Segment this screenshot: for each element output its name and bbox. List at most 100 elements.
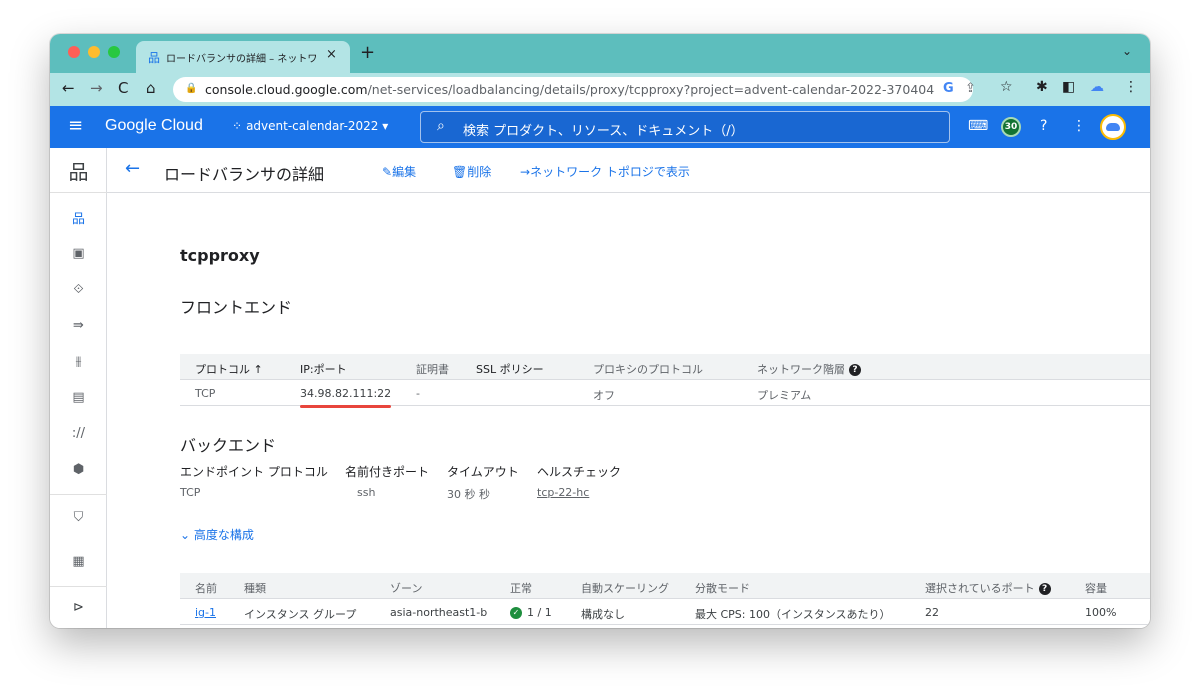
address-bar[interactable]: 🔒 console.cloud.google.com/net-services/… [173,77,976,102]
left-nav-rail: 品 品 ▣ ⟐ ⇛ ⫵ ▤ :// ⬢ ⛉ ▦ ⊳ [50,148,107,628]
google-cloud-logo[interactable]: Google Cloud [105,117,203,135]
url-text[interactable]: console.cloud.google.com/net-services/lo… [205,82,935,97]
zoom-window-button[interactable] [108,46,120,58]
profile-avatar-icon[interactable]: ☁ [1090,79,1104,95]
notification-count-badge[interactable]: 30 [1001,117,1021,137]
lock-icon: 🔒 [185,83,198,94]
named-port-value: ssh [357,486,376,499]
google-translate-icon[interactable]: G [943,81,954,96]
backend-balancing-mode: 最大 CPS: 100（インスタンスあたり） [695,608,891,621]
timeout-label: タイムアウト [447,465,519,479]
side-panel-icon[interactable]: ◧ [1062,79,1075,95]
browser-window: 品 ロードバランサの詳細 – ネットワーク × + ⌄ ← → C ⌂ 🔒 co… [50,34,1150,628]
rail-divider [50,586,107,587]
frontend-cert: - [416,387,420,400]
project-dots-icon: ⁘ [232,119,243,133]
red-underline-annotation [300,405,391,408]
help-icon[interactable]: ? [1040,118,1047,134]
rail-divider [50,192,107,193]
tab-title: ロードバランサの詳細 – ネットワーク [166,54,316,65]
col-balancing-mode: 分散モード [695,582,750,595]
home-icon[interactable]: ⌂ [146,79,156,97]
col-selected-port: 選択されているポート? [925,580,1051,596]
new-tab-icon[interactable]: + [360,42,375,63]
bookmark-star-icon[interactable]: ☆ [1000,79,1013,95]
cloud-shell-icon[interactable]: ⌨ [968,118,988,134]
trash-icon: 🗑 [452,165,468,179]
close-window-button[interactable] [68,46,80,58]
advanced-config-toggle[interactable]: ⌄ 高度な構成 [180,526,254,543]
frontend-ip-port: 34.98.82.111:22 [300,387,392,400]
release-notes-icon[interactable]: ▦ [50,554,107,569]
tab-search-chevron-icon[interactable]: ⌄ [1122,44,1132,58]
col-autoscaling: 自動スケーリング [581,582,669,595]
traffic-director-icon[interactable]: ⫵ [50,354,107,369]
arrow-right-icon: → [520,165,531,179]
col-type: 種類 [244,582,266,595]
view-topology-button[interactable]: →ネットワーク トポロジで表示 [520,163,690,180]
col-healthy: 正常 [510,582,532,595]
backend-type: インスタンス グループ [244,608,357,621]
help-circle-icon[interactable]: ? [1038,583,1051,595]
load-balancer-name: tcpproxy [180,246,260,265]
network-services-icon[interactable]: 品 [50,156,107,185]
health-check-link[interactable]: tcp-22-hc [537,486,589,499]
account-avatar[interactable] [1100,114,1126,140]
main-content: ← ロードバランサの詳細 ✎編集 🗑削除 →ネットワーク トポロジで表示 tcp… [107,148,1150,628]
backend-zone: asia-northeast1-b [390,606,488,619]
share-icon[interactable]: ⇪ [965,81,976,96]
col-protocol[interactable]: プロトコル ↑ [195,361,263,377]
check-circle-icon: ✓ [510,607,522,619]
col-ip-port: IP:ポート [300,363,347,376]
back-arrow-icon[interactable]: ← [62,79,75,97]
extensions-puzzle-icon[interactable]: ✱ [1036,79,1048,95]
backend-name-link[interactable]: ig-1 [195,606,216,619]
minimize-window-button[interactable] [88,46,100,58]
back-arrow-icon[interactable]: ← [125,158,140,179]
project-selector[interactable]: ⁘ advent-calendar-2022 ▾ [232,119,388,133]
cloud-dns-icon[interactable]: ▣ [50,246,107,261]
backend-selected-port: 22 [925,606,939,619]
rail-divider [50,494,107,495]
service-directory-icon[interactable]: ▤ [50,390,107,405]
cloud-nat-icon[interactable]: ⇛ [50,318,107,333]
frontend-tier: プレミアム [757,389,812,402]
frontend-heading: フロントエンド [180,298,293,317]
chevron-down-icon: ⌄ [180,528,191,542]
backends-table-header: 名前 種類 ゾーン 正常 自動スケーリング 分散モード 選択されているポート? … [180,573,1150,599]
more-options-icon[interactable]: ⋮ [1072,118,1086,134]
load-balancing-icon[interactable]: 品 [50,208,107,227]
expand-rail-icon[interactable]: ⊳ [50,600,107,615]
action-bar: ← ロードバランサの詳細 ✎編集 🗑削除 →ネットワーク トポロジで表示 [107,148,1150,193]
endpoint-protocol-label: エンドポイント プロトコル [180,465,328,479]
browser-tab[interactable]: 品 ロードバランサの詳細 – ネットワーク × [136,41,350,73]
named-port-label: 名前付きポート [345,465,430,479]
sort-arrow-up-icon: ↑ [253,363,263,376]
reload-icon[interactable]: C [118,79,128,97]
cloud-domains-icon[interactable]: :// [50,426,107,441]
browser-menu-icon[interactable]: ⋮ [1124,79,1138,95]
search-placeholder: 検索 プロダクト、リソース、ドキュメント（/） [463,124,744,139]
timeout-value: 30 秒 秒 [447,488,490,501]
backend-capacity: 100% [1085,606,1117,619]
marketplace-icon[interactable]: ⛉ [50,510,107,525]
console-search-input[interactable]: ⌕ 検索 プロダクト、リソース、ドキュメント（/） [420,111,950,143]
cloud-header: ≡ Google Cloud ⁘ advent-calendar-2022 ▾ ⌕… [50,106,1150,148]
load-balancer-favicon-icon: 品 [148,51,161,65]
private-service-connect-icon[interactable]: ⬢ [50,462,107,477]
health-check-label: ヘルスチェック [537,465,622,479]
backend-healthy: ✓ 1 / 1 [510,606,552,619]
forward-arrow-icon[interactable]: → [90,79,103,97]
col-network-tier: ネットワーク階層? [757,361,861,377]
help-circle-icon[interactable]: ? [849,364,861,376]
edit-button[interactable]: ✎編集 [382,163,416,180]
delete-button[interactable]: 🗑削除 [452,163,491,180]
hamburger-menu-icon[interactable]: ≡ [68,115,83,136]
cloud-cdn-icon[interactable]: ⟐ [50,282,107,297]
frontend-protocol: TCP [195,387,216,400]
tab-close-icon[interactable]: × [326,47,337,62]
endpoint-protocol-value: TCP [180,486,201,499]
table-row: ig-1 インスタンス グループ asia-northeast1-b ✓ 1 / … [180,599,1150,625]
frontend-table-header: プロトコル ↑ IP:ポート 証明書 SSL ポリシー プロキシのプロトコル ネ… [180,354,1150,380]
col-ssl-policy: SSL ポリシー [476,363,544,376]
